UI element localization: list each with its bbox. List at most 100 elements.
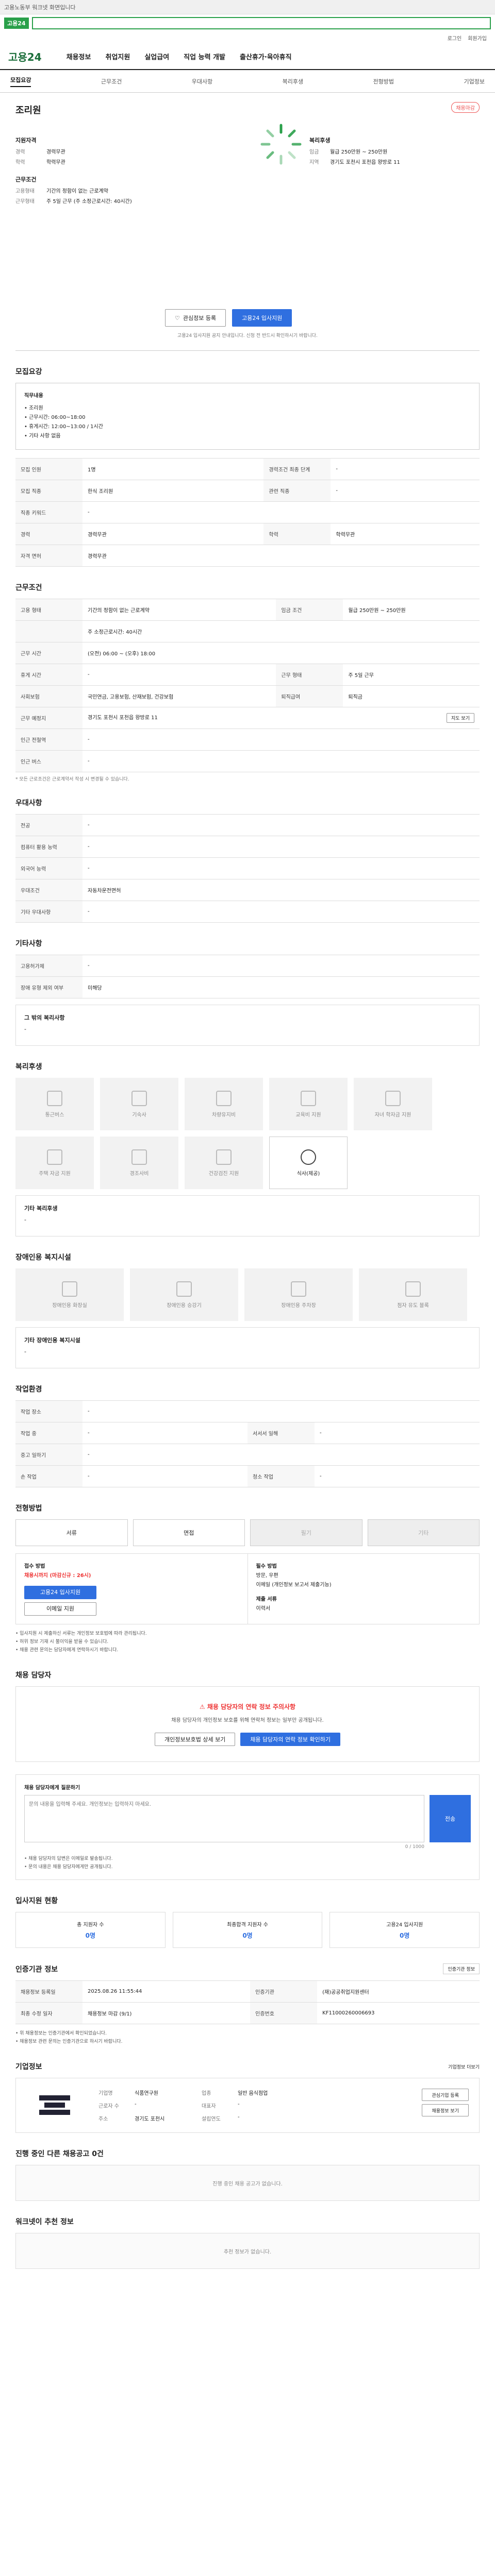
manager-warning: ⚠ 채용 담당자의 연락 정보 주의사항 bbox=[199, 1703, 296, 1710]
table-row: 사회보험 국민연금, 고용보험, 산재보험, 건강보험 퇴직급여 퇴직금 bbox=[15, 685, 480, 707]
summary-row: 경력 경력무관 bbox=[15, 149, 65, 155]
search-input[interactable] bbox=[31, 17, 491, 29]
toilet-icon bbox=[62, 1281, 77, 1297]
contact-reveal-button[interactable]: 채용 담당자의 연락 정보 확인하기 bbox=[240, 1733, 340, 1746]
duty-line: • 근무시간: 06:00~18:00 bbox=[24, 415, 86, 420]
util-menu: 로그인 회원가입 bbox=[0, 32, 495, 43]
pref-table: 전공 - 컴퓨터 활용 능력 - 외국어 능력 - 우대조건 자동차운전면허 기타 우대… bbox=[15, 814, 480, 923]
summary-row: 학력 학력무관 bbox=[15, 160, 65, 165]
inquiry-send-button[interactable]: 전송 bbox=[430, 1795, 471, 1842]
divider bbox=[15, 350, 480, 351]
work-footnote: * 모든 근로조건은 근로계약서 작성 시 변경될 수 있습니다. bbox=[15, 777, 129, 782]
welfare-grid: 통근버스 기숙사 차량유지비 교육비 지원 자녀 학자금 지원 주택 자금 지원… bbox=[15, 1078, 480, 1189]
table-row: 휴게 시간 - 근무 형태 주 5일 근무 bbox=[15, 664, 480, 686]
top-notice-text: 고용노동부 워크넷 화면입니다 bbox=[4, 4, 76, 11]
stat-card: 고용24 입사지원 0명 bbox=[329, 1912, 480, 1948]
recommend-empty: 추천 정보가 없습니다. bbox=[15, 2233, 480, 2269]
company-more-link[interactable]: 기업정보 더보기 bbox=[448, 2063, 480, 2070]
company-fields: 기업명 식품연구원 업종 일반 음식점업 근로자 수- 대표자 - 주소 경기도 포천시… bbox=[98, 2091, 268, 2122]
section-title-recommend: 워크넷이 추천 정보 bbox=[15, 2218, 74, 2226]
duty-title: 직무내용 bbox=[24, 393, 43, 399]
table-row: 모집 직종 한식 조리원 관련 직종 - bbox=[15, 480, 480, 502]
gift-icon bbox=[131, 1149, 147, 1165]
inquiry-textarea[interactable] bbox=[24, 1795, 424, 1842]
section-title-work: 근무조건 bbox=[15, 584, 42, 592]
table-row: 전공 - bbox=[15, 814, 480, 836]
summary-group-title: 근무조건 bbox=[15, 176, 37, 183]
other-extra-title: 그 밖의 복리사항 bbox=[24, 1014, 65, 1021]
summary-row: 근무형태 주 5일 근무 (주 소정근로시간: 40시간) bbox=[15, 199, 132, 205]
welfare-item: 차량유지비 bbox=[185, 1078, 263, 1130]
welfare-item: 통근버스 bbox=[15, 1078, 94, 1130]
gnb-item-support[interactable]: 취업지원 bbox=[105, 52, 130, 61]
house-icon bbox=[47, 1149, 62, 1165]
tab-company[interactable]: 기업정보 bbox=[464, 77, 484, 86]
tab-welfare[interactable]: 복리후생 bbox=[283, 77, 303, 86]
char-count: 0 / 1000 bbox=[405, 1844, 424, 1850]
site-logo[interactable]: 고용24 bbox=[4, 18, 29, 29]
table-row: 고용허가제 - bbox=[15, 955, 480, 977]
welfare-other-title: 기타 복리후생 bbox=[24, 1205, 58, 1212]
bus-icon bbox=[47, 1090, 62, 1106]
company-jobs-button[interactable]: 채용정보 보기 bbox=[422, 2104, 469, 2116]
table-row: 자격 면허 경력무관 bbox=[15, 545, 480, 567]
cert-info-button[interactable]: 인증기관 정보 bbox=[443, 1963, 480, 1974]
other-table: 고용허가제 - 장애 유형 제외 여부 미해당 bbox=[15, 955, 480, 998]
signup-link[interactable]: 회원가입 bbox=[468, 34, 487, 42]
table-row: 인근 버스 - bbox=[15, 750, 480, 772]
tab-recruit[interactable]: 모집요강 bbox=[10, 76, 31, 87]
table-row: 작업 장소 - bbox=[15, 1400, 480, 1422]
car-icon bbox=[216, 1090, 232, 1106]
section-title-company: 기업정보 bbox=[15, 2063, 42, 2071]
table-row: 중고 일하기 - bbox=[15, 1444, 480, 1466]
applicant-stats: 총 지원자 수 0명 최종합격 지원자 수 0명 고용24 입사지원 0명 bbox=[15, 1912, 480, 1948]
other-extra-box: 그 밖의 복리사항 - bbox=[15, 1005, 480, 1046]
table-row: 경력 경력무관 학력 학력무관 bbox=[15, 523, 480, 545]
table-row: 근무 예정지 경기도 포천시 포천읍 왕방로 11 지도 보기 bbox=[15, 707, 480, 729]
detail-tabs: 모집요강 근무조건 우대사항 복리후생 전형방법 기업정보 bbox=[0, 70, 495, 93]
gnb-item-leave[interactable]: 출산휴가·육아휴직 bbox=[240, 52, 292, 61]
screen-detail: 접수 방법 채용시까지 (마감신규 : 26시) 고용24 입사지원 이메일 지… bbox=[15, 1553, 480, 1624]
table-row: 채용정보 등록일 2025.08.26 11:55:44 인증기관 (재)공공취업지원… bbox=[15, 1980, 480, 2003]
history-table: 채용정보 등록일 2025.08.26 11:55:44 인증기관 (재)공공취업지원… bbox=[15, 1980, 480, 2024]
privacy-detail-button[interactable]: 개인정보보호법 상세 보기 bbox=[155, 1733, 236, 1746]
section-title-disability: 장애인용 복지시설 bbox=[15, 1253, 71, 1262]
job-header: 조리원 채용마감 지원자격 경력 경력무관 학력 학력무관 근무조건 고용형태 기간의… bbox=[15, 93, 480, 340]
education-icon bbox=[301, 1090, 316, 1106]
recruit-table: 모집 인원 1명 경력조건 최종 단계 - 모집 직종 한식 조리원 관련 직종 - 직종 … bbox=[15, 458, 480, 567]
table-row: 장애 유형 제외 여부 미해당 bbox=[15, 976, 480, 998]
table-row: 기타 우대사항 - bbox=[15, 901, 480, 923]
section-title-history: 인증기관 정보 bbox=[15, 1965, 58, 1974]
tab-screen[interactable]: 전형방법 bbox=[373, 77, 394, 86]
screen-apply-button[interactable]: 고용24 입사지원 bbox=[24, 1586, 96, 1599]
gnb-item-training[interactable]: 직업 능력 개발 bbox=[184, 52, 225, 61]
tab-work[interactable]: 근무조건 bbox=[101, 77, 122, 86]
duty-line: • 휴게시간: 12:00~13:00 / 1시간 bbox=[24, 424, 103, 430]
table-row: 고용 형태 기간의 정함이 없는 근로계약 임금 조건 월급 250만원 ~ 250만… bbox=[15, 599, 480, 621]
disability-item: 장애인용 주차장 bbox=[244, 1268, 353, 1321]
screen-step: 서류 bbox=[15, 1519, 128, 1546]
map-button[interactable]: 지도 보기 bbox=[447, 713, 474, 723]
other-extra-value: - bbox=[24, 1026, 26, 1032]
welfare-item: 교육비 지원 bbox=[269, 1078, 348, 1130]
email-apply-button[interactable]: 이메일 지원 bbox=[24, 1602, 96, 1616]
screen-right: 필수 방법 방문, 우편 이메일 (개인정보 보고서 제출기능) 제출 서류 이… bbox=[247, 1554, 480, 1624]
welfare-other-box: 기타 복리후생 - bbox=[15, 1195, 480, 1236]
gnb-item-benefit[interactable]: 실업급여 bbox=[144, 52, 169, 61]
table-row: 모집 인원 1명 경력조건 최종 단계 - bbox=[15, 458, 480, 480]
disability-item: 장애인용 화장실 bbox=[15, 1268, 124, 1321]
login-link[interactable]: 로그인 bbox=[448, 34, 462, 42]
table-row: 손 작업 - 청소 작업 - bbox=[15, 1465, 480, 1487]
save-interest-button[interactable]: ♡ 관심정보 등록 bbox=[165, 309, 226, 327]
screen-left: 접수 방법 채용시까지 (마감신규 : 26시) 고용24 입사지원 이메일 지… bbox=[16, 1554, 248, 1624]
disability-other-value: - bbox=[24, 1348, 26, 1355]
brand-logo[interactable]: 고용24 bbox=[8, 49, 42, 64]
env-table: 작업 장소 - 작업 중 - 서서서 일해 - 중고 일하기 - 손 작업 - 청소 작업 - bbox=[15, 1400, 480, 1487]
section-title-env: 작업환경 bbox=[15, 1385, 42, 1394]
top-notice-bar: 고용노동부 워크넷 화면입니다 bbox=[0, 0, 495, 14]
apply-button[interactable]: 고용24 입사지원 bbox=[232, 309, 292, 327]
gnb-item-jobs[interactable]: 채용정보 bbox=[67, 52, 91, 61]
tab-pref[interactable]: 우대사항 bbox=[192, 77, 212, 86]
company-follow-button[interactable]: 관심기업 등록 bbox=[422, 2089, 469, 2101]
search-row: 고용24 bbox=[0, 14, 495, 32]
